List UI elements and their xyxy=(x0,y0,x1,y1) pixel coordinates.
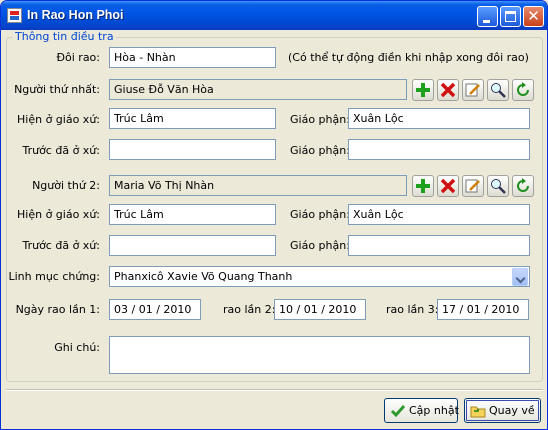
giao-phan-1-label: Giáo phận: xyxy=(290,113,350,126)
linh-muc-chung-select[interactable]: Phanxicô Xavie Võ Quang Thanh xyxy=(109,266,530,287)
giao-phan-2-input[interactable]: Xuân Lộc xyxy=(348,204,530,225)
refresh-person1-button[interactable] xyxy=(512,79,534,101)
cap-nhat-label: Cập nhật xyxy=(409,404,459,417)
quay-ve-button[interactable]: Quay về xyxy=(464,398,541,423)
app-icon xyxy=(7,8,22,23)
rao-lan-2-input[interactable]: 10 / 01 / 2010 xyxy=(274,299,366,320)
giao-phan-truoc-1-input[interactable] xyxy=(348,139,530,160)
nguoi-thu-2-input[interactable]: Maria Võ Thị Nhàn xyxy=(109,175,407,196)
ghi-chu-textarea[interactable] xyxy=(109,336,530,374)
add-person2-button[interactable] xyxy=(412,175,434,197)
linh-muc-chung-value: Phanxicô Xavie Võ Quang Thanh xyxy=(114,270,293,283)
doi-rao-note: (Có thể tự động điền khi nhập xong đôi r… xyxy=(288,51,529,64)
delete-person1-button[interactable] xyxy=(437,79,459,101)
truoc-da-o-xu-2-input[interactable] xyxy=(109,235,276,256)
quay-ve-label: Quay về xyxy=(489,404,535,417)
ghi-chu-label: Ghi chú: xyxy=(54,341,100,354)
rao-lan-3-label: rao lần 3: xyxy=(386,303,439,316)
giao-phan-1-input[interactable]: Xuân Lộc xyxy=(348,108,530,129)
hien-o-giao-xu-2-label: Hiện ở giáo xứ: xyxy=(17,208,100,221)
ngay-rao-lan-1-input[interactable]: 03 / 01 / 2010 xyxy=(109,299,201,320)
search-icon xyxy=(491,83,506,98)
refresh-person2-button[interactable] xyxy=(512,175,534,197)
linh-muc-chung-label: Linh mục chứng: xyxy=(8,270,100,283)
doi-rao-input[interactable]: Hòa - Nhàn xyxy=(109,47,276,68)
refresh-icon xyxy=(517,82,529,96)
edit-person2-button[interactable] xyxy=(462,175,484,197)
giao-phan-truoc-2-label: Giáo phận: xyxy=(290,239,350,252)
edit-icon xyxy=(465,83,480,97)
add-icon xyxy=(416,83,430,97)
checkmark-icon xyxy=(390,405,406,418)
doi-rao-label: Đôi rao: xyxy=(56,51,100,64)
groupbox-legend: Thông tin điều tra xyxy=(13,30,116,43)
chevron-down-icon[interactable] xyxy=(512,268,528,286)
rao-lan-2-label: rao lần 2: xyxy=(223,303,276,316)
truoc-da-o-xu-1-input[interactable] xyxy=(109,139,276,160)
hien-o-giao-xu-2-input[interactable]: Trúc Lâm xyxy=(109,204,276,225)
truoc-da-o-xu-2-label: Trước đã ở xứ: xyxy=(22,239,100,252)
hien-o-giao-xu-1-label: Hiện ở giáo xứ: xyxy=(17,113,100,126)
truoc-da-o-xu-1-label: Trước đã ở xứ: xyxy=(22,144,100,157)
delete-person2-button[interactable] xyxy=(437,175,459,197)
add-person1-button[interactable] xyxy=(412,79,434,101)
nguoi-thu-nhat-label: Người thứ nhất: xyxy=(14,83,100,96)
main-window: In Rao Hon Phoi ✕ Thông tin điều tra Đôi… xyxy=(0,0,548,430)
close-button[interactable]: ✕ xyxy=(523,6,544,27)
delete-icon xyxy=(440,82,456,98)
giao-phan-truoc-2-input[interactable] xyxy=(348,235,530,256)
nguoi-thu-nhat-input[interactable]: Giuse Đỗ Văn Hòa xyxy=(109,79,407,100)
maximize-button[interactable] xyxy=(500,6,521,27)
title-bar[interactable]: In Rao Hon Phoi ✕ xyxy=(1,1,547,30)
cap-nhat-button[interactable]: Cập nhật xyxy=(384,398,459,423)
footer-separator xyxy=(6,389,543,391)
edit-person1-button[interactable] xyxy=(462,79,484,101)
folder-back-icon xyxy=(470,406,486,418)
hien-o-giao-xu-1-input[interactable]: Trúc Lâm xyxy=(109,108,276,129)
add-icon xyxy=(416,179,430,193)
delete-icon xyxy=(440,178,456,194)
giao-phan-truoc-1-label: Giáo phận: xyxy=(290,144,350,157)
nguoi-thu-2-label: Người thứ 2: xyxy=(32,179,100,192)
edit-icon xyxy=(465,179,480,193)
close-icon: ✕ xyxy=(527,7,540,25)
giao-phan-2-label: Giáo phận: xyxy=(290,208,350,221)
refresh-icon xyxy=(517,178,529,192)
minimize-button[interactable] xyxy=(477,6,498,27)
rao-lan-3-input[interactable]: 17 / 01 / 2010 xyxy=(437,299,529,320)
window-title: In Rao Hon Phoi xyxy=(27,8,124,22)
search-person2-button[interactable] xyxy=(487,175,509,197)
search-person1-button[interactable] xyxy=(487,79,509,101)
search-icon xyxy=(491,179,506,194)
ngay-rao-lan-1-label: Ngày rao lần 1: xyxy=(15,303,100,316)
